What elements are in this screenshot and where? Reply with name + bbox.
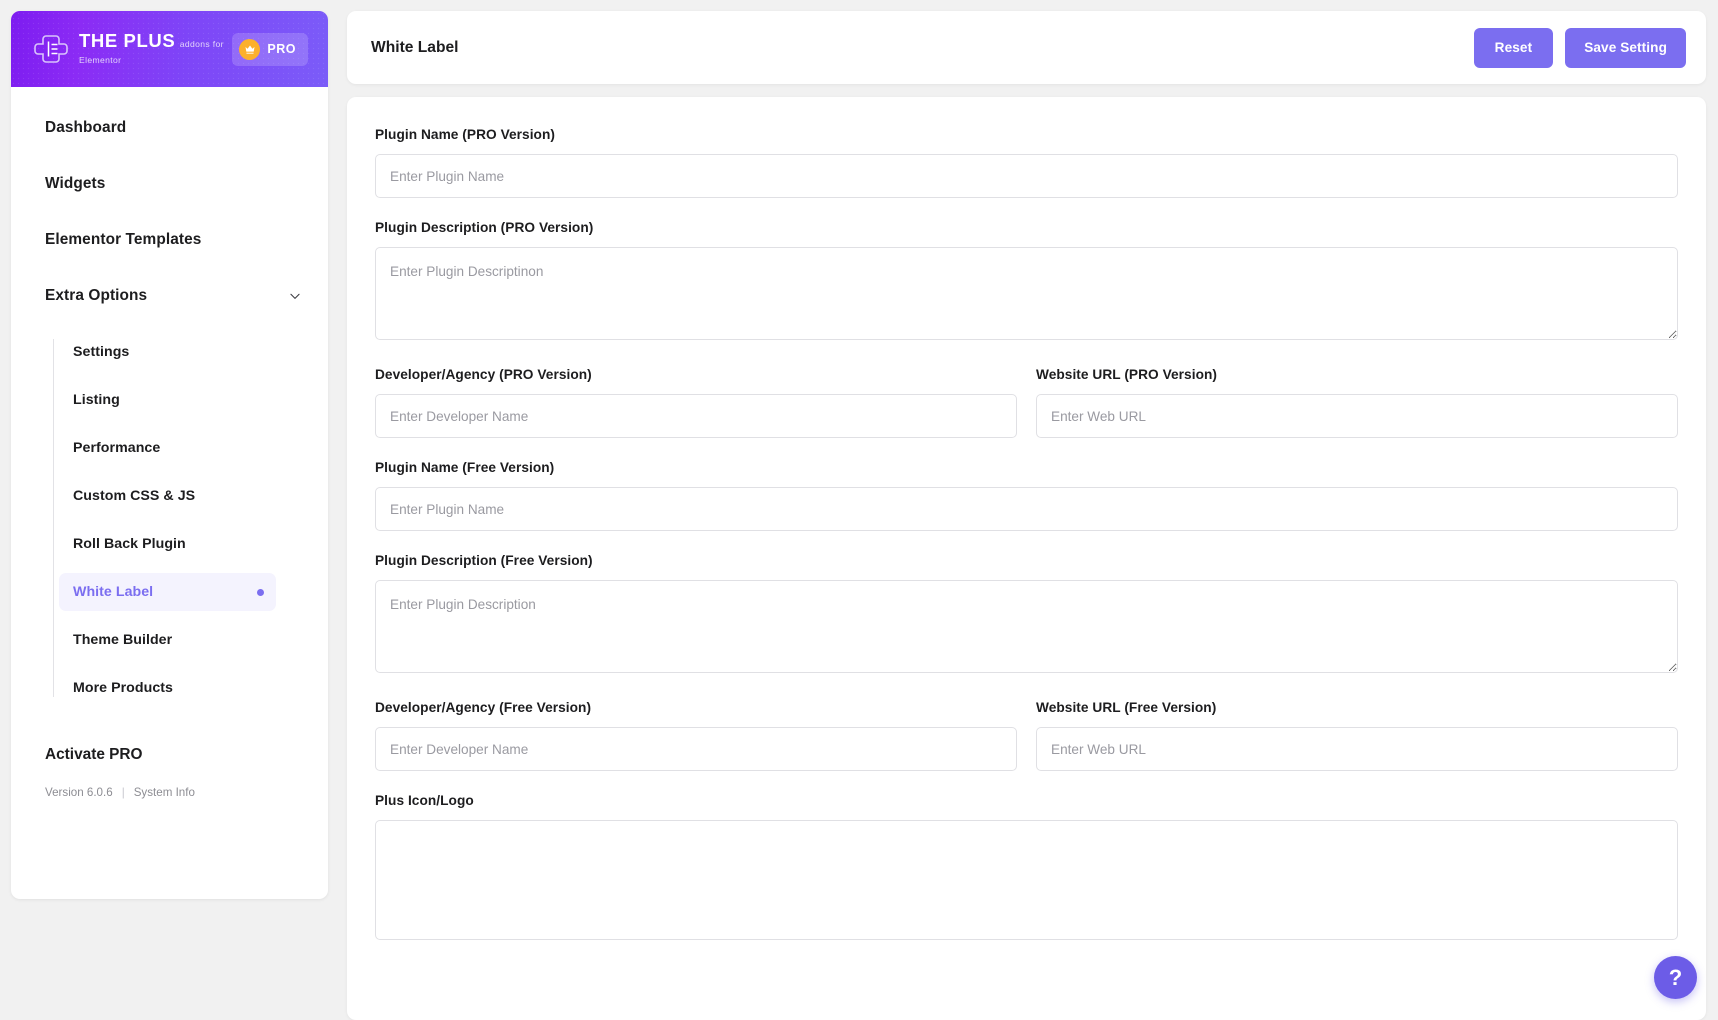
website-url-pro-input[interactable] (1036, 394, 1678, 438)
field-plugin-description-pro: Plugin Description (PRO Version) (375, 220, 1678, 345)
sidebar-item-roll-back-plugin[interactable]: Roll Back Plugin (59, 525, 276, 563)
brand-header: THE PLUS addons for Elementor PRO (11, 11, 328, 87)
sidebar-item-custom-css-js[interactable]: Custom CSS & JS (59, 477, 276, 515)
field-label: Plugin Name (Free Version) (375, 460, 555, 475)
sidebar-item-widgets[interactable]: Widgets (11, 165, 328, 202)
topbar-actions: Reset Save Setting (1473, 27, 1686, 68)
sidebar-item-label: Dashboard (45, 118, 127, 136)
field-developer-pro: Developer/Agency (PRO Version) (375, 367, 1017, 438)
save-setting-button[interactable]: Save Setting (1565, 27, 1686, 68)
sidebar-footer: Version 6.0.6 | System Info (11, 786, 328, 799)
white-label-form-card: Plugin Name (PRO Version) Plugin Descrip… (347, 97, 1706, 1020)
developer-agency-pro-input[interactable] (375, 394, 1017, 438)
field-website-url-pro: Website URL (PRO Version) (1036, 367, 1678, 438)
plus-logo-icon (34, 32, 68, 66)
version-label: Version 6.0.6 (45, 786, 113, 799)
reset-button[interactable]: Reset (1473, 27, 1554, 68)
sidebar-submenu-extra-options: Settings Listing Performance Custom CSS … (11, 333, 328, 707)
field-label: Plus Icon/Logo (375, 793, 474, 808)
developer-agency-free-input[interactable] (375, 727, 1017, 771)
plus-icon-logo-upload-area[interactable] (375, 820, 1678, 940)
sidebar-item-label: Roll Back Plugin (73, 536, 186, 552)
col-developer-free: Developer/Agency (Free Version) (375, 700, 1017, 771)
field-label: Plugin Description (PRO Version) (375, 220, 594, 235)
sidebar-item-label: Widgets (45, 174, 106, 192)
field-developer-free: Developer/Agency (Free Version) (375, 700, 1017, 771)
topbar: White Label Reset Save Setting (347, 11, 1706, 84)
chevron-down-icon[interactable] (288, 289, 302, 303)
sidebar-item-label: Performance (73, 440, 161, 456)
sidebar-item-label: Extra Options (45, 286, 148, 304)
plugin-name-free-input[interactable] (375, 487, 1678, 531)
field-label: Plugin Description (Free Version) (375, 553, 593, 568)
brand-text: THE PLUS addons for Elementor (79, 31, 232, 67)
page-title: White Label (371, 38, 459, 56)
field-website-url-free: Website URL (Free Version) (1036, 700, 1678, 771)
sidebar-item-extra-options[interactable]: Extra Options (11, 277, 328, 314)
field-label: Developer/Agency (PRO Version) (375, 367, 592, 382)
sidebar-item-white-label[interactable]: White Label (59, 573, 276, 611)
col-developer-pro: Developer/Agency (PRO Version) (375, 367, 1017, 438)
website-url-free-input[interactable] (1036, 727, 1678, 771)
sidebar-nav: Dashboard Widgets Elementor Templates Ex… (11, 87, 328, 799)
pro-badge[interactable]: PRO (232, 32, 308, 66)
system-info-link[interactable]: System Info (134, 786, 195, 799)
sidebar-item-elementor-templates[interactable]: Elementor Templates (11, 221, 328, 258)
sidebar-item-performance[interactable]: Performance (59, 429, 276, 467)
plugin-description-free-textarea[interactable] (375, 580, 1678, 673)
sidebar-item-dashboard[interactable]: Dashboard (11, 109, 328, 146)
activate-pro-label: Activate PRO (45, 746, 143, 763)
main-area: White Label Reset Save Setting Plugin Na… (347, 11, 1706, 1020)
sidebar: THE PLUS addons for Elementor PRO Dashbo… (11, 11, 328, 899)
field-plugin-name-pro: Plugin Name (PRO Version) (375, 127, 1678, 198)
pro-badge-label: PRO (267, 42, 296, 56)
sidebar-item-activate-pro[interactable]: Activate PRO (11, 738, 328, 772)
sidebar-item-settings[interactable]: Settings (59, 333, 276, 371)
active-indicator-dot (257, 588, 264, 596)
sidebar-item-theme-builder[interactable]: Theme Builder (59, 621, 276, 659)
crown-icon (239, 38, 261, 60)
sidebar-item-label: Settings (73, 344, 130, 360)
row-developer-website-free: Developer/Agency (Free Version) Website … (375, 700, 1678, 771)
field-label: Website URL (Free Version) (1036, 700, 1217, 715)
row-developer-website-pro: Developer/Agency (PRO Version) Website U… (375, 367, 1678, 438)
plugin-description-pro-textarea[interactable] (375, 247, 1678, 340)
sidebar-item-more-products[interactable]: More Products (59, 669, 276, 707)
app-root: THE PLUS addons for Elementor PRO Dashbo… (0, 0, 1718, 1020)
plugin-name-pro-input[interactable] (375, 154, 1678, 198)
brand-title: THE PLUS (79, 30, 176, 51)
col-website-url-pro: Website URL (PRO Version) (1036, 367, 1678, 438)
sidebar-item-label: Theme Builder (73, 632, 173, 648)
field-plugin-description-free: Plugin Description (Free Version) (375, 553, 1678, 678)
col-website-url-free: Website URL (Free Version) (1036, 700, 1678, 771)
field-plugin-name-free: Plugin Name (Free Version) (375, 460, 1678, 531)
field-label: Plugin Name (PRO Version) (375, 127, 555, 142)
sidebar-item-label: Custom CSS & JS (73, 488, 196, 504)
field-label: Developer/Agency (Free Version) (375, 700, 592, 715)
sidebar-item-label: More Products (73, 680, 173, 696)
sidebar-item-label: Listing (73, 392, 120, 408)
sidebar-item-listing[interactable]: Listing (59, 381, 276, 419)
version-separator: | (121, 786, 125, 799)
sidebar-item-label: Elementor Templates (45, 230, 202, 248)
sidebar-item-label: White Label (73, 584, 154, 600)
field-label: Website URL (PRO Version) (1036, 367, 1217, 382)
field-plus-icon-logo: Plus Icon/Logo (375, 793, 1678, 940)
question-mark-icon[interactable]: ? (1654, 956, 1697, 999)
